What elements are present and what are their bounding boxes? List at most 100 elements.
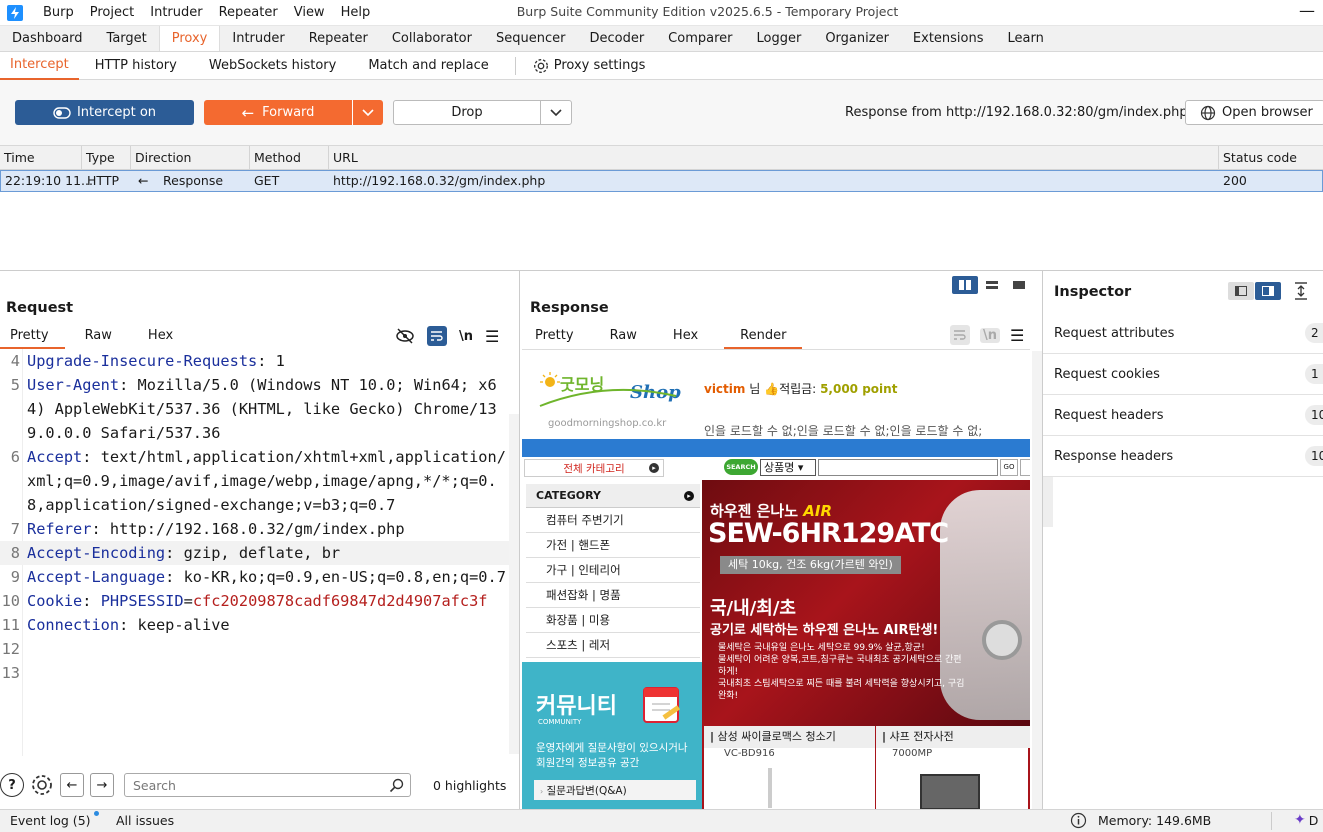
layout-side-by-side-button[interactable] xyxy=(952,276,978,294)
category-item[interactable]: 가전 | 핸드폰 xyxy=(526,533,700,558)
all-issues-link[interactable]: All issues xyxy=(116,813,174,828)
product-banner[interactable]: 하우젠 은나노 AIR SEW-6HR129ATC 세탁 10kg, 건조 6k… xyxy=(702,480,1030,726)
request-editor[interactable]: 4 Upgrade-Insecure-Requests: 1 5 User-Agent… xyxy=(0,349,510,756)
code-line[interactable]: 5 User-Agent: Mozilla/5.0 (Windows NT 10.… xyxy=(0,373,510,445)
table-row[interactable]: 22:19:10 11... HTTP ← Response GET http:… xyxy=(0,170,1323,192)
shop-search-input[interactable] xyxy=(818,459,998,476)
layout-stacked-button[interactable] xyxy=(979,276,1005,294)
sparkle-icon: ✦ xyxy=(1294,812,1306,828)
code-line[interactable]: 4 Upgrade-Insecure-Requests: 1 xyxy=(0,349,510,373)
previous-button[interactable]: ← xyxy=(60,773,84,797)
code-line[interactable]: 13 xyxy=(0,661,510,685)
tab-learn[interactable]: Learn xyxy=(996,26,1056,51)
eye-off-icon[interactable] xyxy=(395,327,415,345)
drop-dropdown-button[interactable] xyxy=(540,100,572,125)
menu-icon[interactable]: ☰ xyxy=(1010,326,1024,345)
col-method[interactable]: Method xyxy=(249,146,301,170)
category-item[interactable]: 패션잡화 | 명품 xyxy=(526,583,700,608)
inspector-request-attributes[interactable]: Request attributes 2 xyxy=(1043,313,1323,354)
tab-extensions[interactable]: Extensions xyxy=(901,26,996,51)
tab-logger[interactable]: Logger xyxy=(745,26,814,51)
columns-icon xyxy=(959,280,971,290)
col-type[interactable]: Type xyxy=(81,146,115,170)
tab-collaborator[interactable]: Collaborator xyxy=(380,26,484,51)
product-name: 샤프 전자사전 xyxy=(889,730,954,743)
gear-icon[interactable] xyxy=(30,773,54,797)
tab-repeater[interactable]: Repeater xyxy=(297,26,380,51)
tab-match-and-replace[interactable]: Match and replace xyxy=(352,52,504,79)
code-line[interactable]: 10 Cookie: PHPSESSID=cfc20209878cadf69847… xyxy=(0,589,510,613)
tab-http-history[interactable]: HTTP history xyxy=(79,52,193,79)
tab-websockets-history[interactable]: WebSockets history xyxy=(193,52,352,79)
proxy-settings-button[interactable]: Proxy settings xyxy=(526,57,652,75)
code-line[interactable]: 7 Referer: http://192.168.0.32/gm/index.p… xyxy=(0,517,510,541)
wrap-lines-button[interactable] xyxy=(427,326,447,346)
expand-collapse-icon[interactable] xyxy=(1293,281,1309,305)
tab-sequencer[interactable]: Sequencer xyxy=(484,26,577,51)
col-url[interactable]: URL xyxy=(328,146,358,170)
product-card[interactable]: | 샤프 전자사전 7000MP xyxy=(876,726,1030,809)
col-status-code[interactable]: Status code xyxy=(1218,146,1297,170)
drop-button[interactable]: Drop xyxy=(393,100,541,125)
col-direction[interactable]: Direction xyxy=(130,146,191,170)
open-browser-button[interactable]: Open browser xyxy=(1185,100,1323,125)
forward-dropdown-button[interactable] xyxy=(352,100,383,125)
scrollbar[interactable] xyxy=(1032,351,1042,809)
category-item[interactable]: 화장품 | 미용 xyxy=(526,608,700,633)
tab-proxy[interactable]: Proxy xyxy=(158,26,221,51)
go-button[interactable]: GO xyxy=(1000,459,1018,476)
col-time[interactable]: Time xyxy=(0,146,35,170)
inspector-layout-left-button[interactable] xyxy=(1228,282,1254,300)
tab-hex[interactable]: Hex xyxy=(663,325,714,349)
help-icon[interactable]: ? xyxy=(0,773,24,797)
minimize-button[interactable]: — xyxy=(1299,0,1323,26)
ai-button[interactable]: ✦ D xyxy=(1294,812,1318,828)
tab-target[interactable]: Target xyxy=(95,26,159,51)
forward-button[interactable]: ← Forward xyxy=(204,100,352,125)
event-log-link[interactable]: Event log (5) xyxy=(10,811,99,828)
extra-button[interactable] xyxy=(1020,459,1030,476)
inspector-request-cookies[interactable]: Request cookies 1 xyxy=(1043,354,1323,395)
newline-toggle[interactable]: \n xyxy=(459,329,473,344)
code-line[interactable]: 6 Accept: text/html,application/xhtml+xml… xyxy=(0,445,510,517)
newline-toggle[interactable]: \n xyxy=(980,327,1001,343)
info-icon[interactable] xyxy=(1070,812,1087,832)
product-model: 7000MP xyxy=(892,748,933,759)
inspector-layout-right-button[interactable] xyxy=(1255,282,1281,300)
menu-icon[interactable]: ☰ xyxy=(485,327,499,346)
tab-hex[interactable]: Hex xyxy=(138,325,189,349)
tab-raw[interactable]: Raw xyxy=(75,325,128,349)
tab-raw[interactable]: Raw xyxy=(600,325,653,349)
layout-single-button[interactable] xyxy=(1006,276,1032,294)
inspector-scrollbar[interactable] xyxy=(1043,477,1053,527)
category-item[interactable]: 컴퓨터 주변기기 xyxy=(526,508,700,533)
inspector-row-count: 10 xyxy=(1305,405,1323,425)
tab-comparer[interactable]: Comparer xyxy=(656,26,744,51)
inspector-request-headers[interactable]: Request headers 10 xyxy=(1043,395,1323,436)
search-field-select[interactable]: 상품명 ▾ xyxy=(760,459,816,476)
category-item[interactable]: 스포츠 | 레저 xyxy=(526,633,700,658)
tab-organizer[interactable]: Organizer xyxy=(813,26,901,51)
code-line[interactable]: 8 Accept-Encoding: gzip, deflate, br xyxy=(0,541,510,565)
code-line[interactable]: 12 xyxy=(0,637,510,661)
tab-dashboard[interactable]: Dashboard xyxy=(0,26,95,51)
inspector-response-headers[interactable]: Response headers 10 xyxy=(1043,436,1323,477)
line-number: 9 xyxy=(10,568,20,586)
wrap-lines-button[interactable] xyxy=(950,325,970,345)
tab-intruder[interactable]: Intruder xyxy=(220,26,296,51)
code-line[interactable]: 11 Connection: keep-alive xyxy=(0,613,510,637)
tab-intercept[interactable]: Intercept xyxy=(0,51,79,80)
scrollbar[interactable] xyxy=(509,414,519,754)
tab-pretty[interactable]: Pretty xyxy=(0,325,65,349)
tab-render[interactable]: Render xyxy=(724,325,803,349)
all-categories-button[interactable]: 전체 카테고리 ▸ xyxy=(524,459,664,477)
tab-decoder[interactable]: Decoder xyxy=(577,26,656,51)
qa-link[interactable]: › 질문과답변(Q&A) xyxy=(534,780,696,800)
search-input[interactable]: Search xyxy=(124,773,411,797)
intercept-toggle-button[interactable]: Intercept on xyxy=(15,100,194,125)
next-button[interactable]: → xyxy=(90,773,114,797)
product-card[interactable]: | 삼성 싸이클로맥스 청소기 VC-BD916 xyxy=(704,726,876,809)
code-line[interactable]: 9 Accept-Language: ko-KR,ko;q=0.9,en-US;q… xyxy=(0,565,510,589)
tab-pretty[interactable]: Pretty xyxy=(525,325,590,349)
category-item[interactable]: 가구 | 인테리어 xyxy=(526,558,700,583)
